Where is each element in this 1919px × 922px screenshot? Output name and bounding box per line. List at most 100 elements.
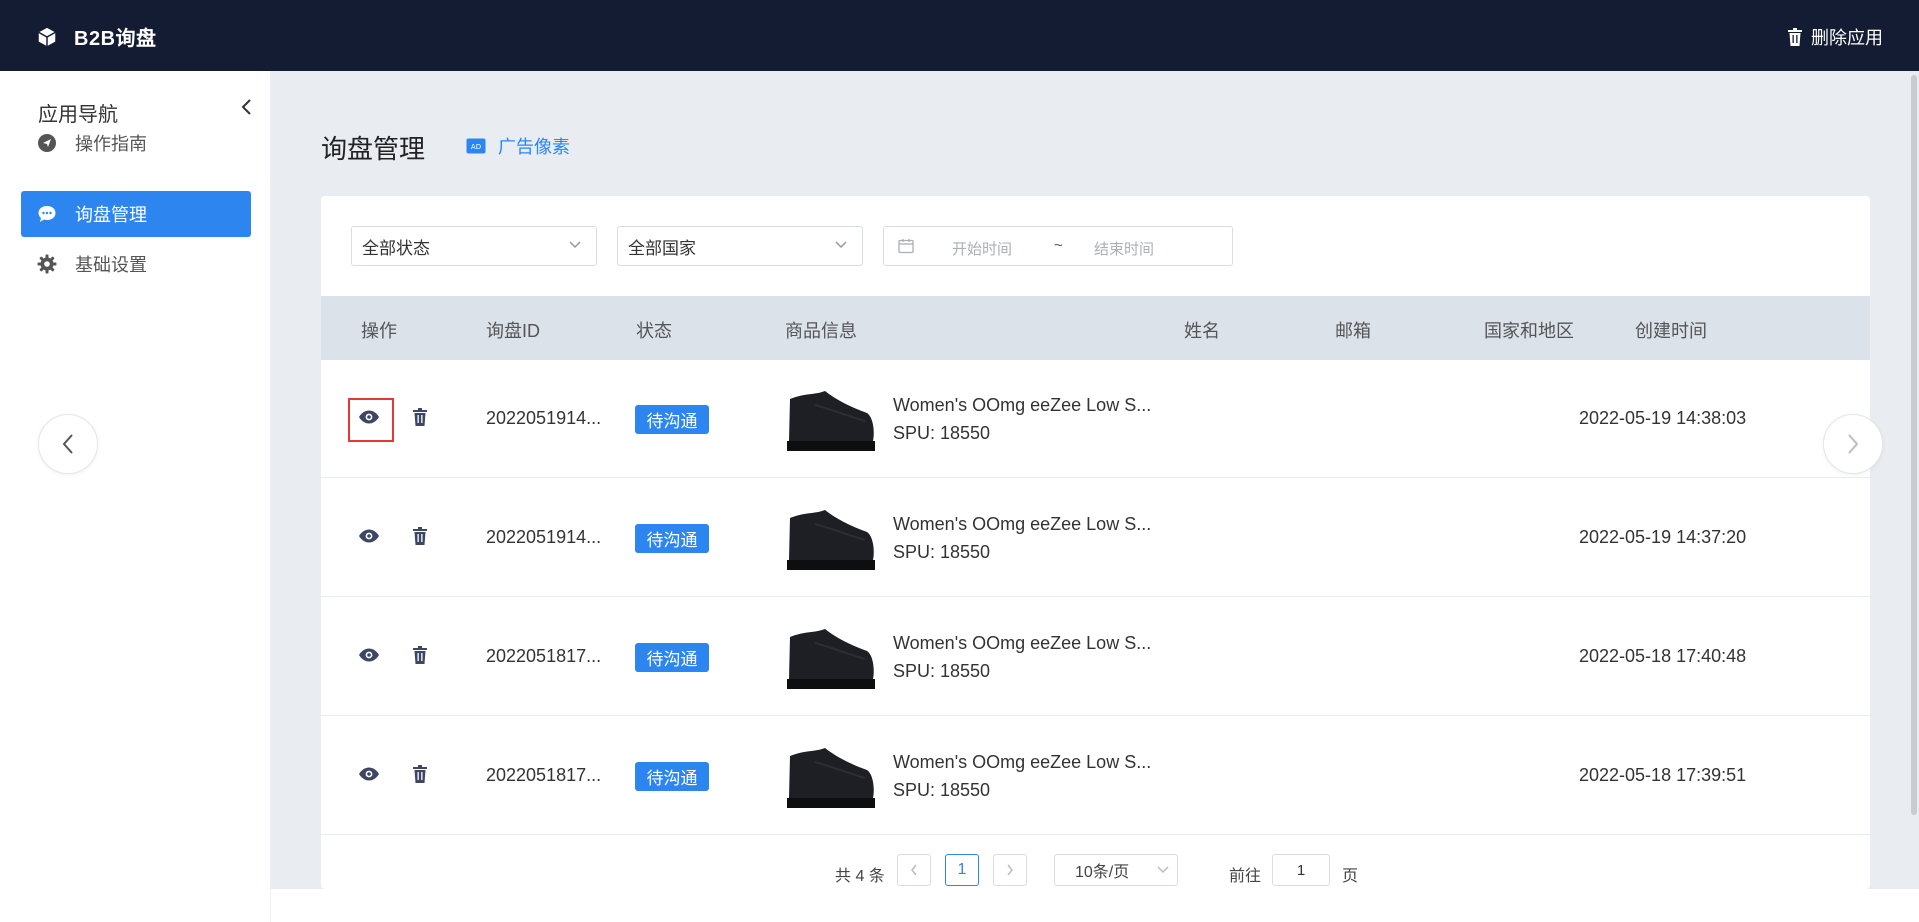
chevron-down-icon bbox=[569, 241, 581, 249]
product-image bbox=[785, 623, 875, 693]
column-header: 国家和地区 bbox=[1484, 321, 1574, 341]
column-header: 姓名 bbox=[1184, 321, 1220, 341]
delete-app-button[interactable]: 删除应用 bbox=[1787, 24, 1883, 50]
created-time: 2022-05-18 17:39:51 bbox=[1579, 765, 1747, 785]
navigation-icon bbox=[38, 134, 56, 152]
product-spu: SPU: 18550 bbox=[893, 780, 991, 800]
sidebar: 应用导航 操作指南 询盘管理 基础设置 bbox=[0, 71, 271, 922]
sidebar-item-label: 操作指南 bbox=[75, 134, 147, 154]
sidebar-item-label: 询盘管理 bbox=[75, 205, 147, 225]
chevron-down-icon bbox=[1157, 866, 1169, 874]
goto-label: 前往 bbox=[1229, 868, 1262, 885]
inquiry-id[interactable]: 2022051914... bbox=[486, 527, 601, 548]
scrollbar[interactable] bbox=[1911, 75, 1917, 815]
next-page-button[interactable] bbox=[993, 854, 1027, 886]
trash-icon[interactable] bbox=[412, 646, 428, 664]
sidebar-item-inquiry[interactable]: 询盘管理 bbox=[21, 191, 251, 237]
date-range-picker[interactable]: 开始时间 ~ 结束时间 bbox=[883, 226, 1233, 266]
product-name[interactable]: Women's OOmg eeZee Low S... bbox=[893, 752, 1151, 773]
svg-text:AD: AD bbox=[471, 143, 481, 151]
column-header: 操作 bbox=[361, 321, 397, 341]
page-title: 询盘管理 bbox=[321, 134, 426, 164]
eye-icon[interactable] bbox=[358, 648, 380, 662]
product-image bbox=[785, 385, 875, 455]
status-select-value: 全部状态 bbox=[362, 238, 430, 258]
page-number-button[interactable]: 1 bbox=[945, 854, 979, 886]
table-row: 2022051914... 待沟通 Women's OOmg eeZee Low… bbox=[321, 479, 1870, 597]
goto-suffix: 页 bbox=[1342, 868, 1359, 885]
calendar-icon bbox=[898, 239, 914, 254]
prev-page-button[interactable] bbox=[897, 854, 931, 886]
trash-icon[interactable] bbox=[412, 765, 428, 783]
delete-app-label: 删除应用 bbox=[1811, 28, 1883, 48]
chat-bubble-icon bbox=[38, 206, 56, 222]
status-badge: 待沟通 bbox=[635, 524, 709, 553]
status-badge: 待沟通 bbox=[635, 405, 709, 434]
product-name[interactable]: Women's OOmg eeZee Low S... bbox=[893, 514, 1151, 535]
created-time: 2022-05-18 17:40:48 bbox=[1579, 646, 1747, 666]
table-row: 2022051817... 待沟通 Women's OOmg eeZee Low… bbox=[321, 598, 1870, 716]
eye-icon[interactable] bbox=[358, 410, 380, 424]
column-header: 邮箱 bbox=[1335, 321, 1371, 341]
trash-icon bbox=[1788, 28, 1802, 46]
collapse-sidebar-button[interactable] bbox=[240, 97, 256, 119]
product-image bbox=[785, 742, 875, 812]
column-header: 询盘ID bbox=[486, 321, 540, 341]
eye-icon[interactable] bbox=[358, 529, 380, 543]
product-spu: SPU: 18550 bbox=[893, 661, 991, 681]
product-spu: SPU: 18550 bbox=[893, 542, 991, 562]
inquiry-card: 全部状态 全部国家 开始时间 ~ 结束时间 操作 询盘ID 状态 商品信息 姓名… bbox=[321, 196, 1870, 889]
total-count: 共 4 条 bbox=[835, 868, 885, 885]
product-spu: SPU: 18550 bbox=[893, 423, 991, 443]
country-select[interactable]: 全部国家 bbox=[617, 226, 863, 266]
eye-icon[interactable] bbox=[358, 767, 380, 781]
end-date-input[interactable]: 结束时间 bbox=[1094, 238, 1154, 259]
sidebar-item-guide[interactable]: 操作指南 bbox=[21, 120, 251, 166]
main-content: 询盘管理 AD 广告像素 全部状态 全部国家 开始时间 ~ 结束时间 操作 询盘… bbox=[271, 71, 1919, 889]
column-header: 状态 bbox=[636, 321, 672, 341]
product-image bbox=[785, 504, 875, 574]
ad-icon: AD bbox=[466, 138, 486, 154]
page-size-value: 10条/页 bbox=[1075, 864, 1130, 881]
status-select[interactable]: 全部状态 bbox=[351, 226, 597, 266]
column-header: 创建时间 bbox=[1635, 321, 1707, 341]
start-date-input[interactable]: 开始时间 bbox=[952, 238, 1012, 259]
sidebar-item-label: 基础设置 bbox=[75, 255, 147, 275]
goto-page-input[interactable] bbox=[1272, 854, 1330, 886]
created-time: 2022-05-19 14:38:03 bbox=[1579, 408, 1747, 428]
inquiry-id[interactable]: 2022051817... bbox=[486, 646, 601, 667]
chevron-left-icon bbox=[911, 864, 917, 876]
trash-icon[interactable] bbox=[412, 408, 428, 426]
chevron-left-icon bbox=[62, 434, 73, 454]
product-name[interactable]: Women's OOmg eeZee Low S... bbox=[893, 395, 1151, 416]
table-header: 操作 询盘ID 状态 商品信息 姓名 邮箱 国家和地区 创建时间 bbox=[321, 296, 1870, 360]
status-badge: 待沟通 bbox=[635, 643, 709, 672]
trash-icon[interactable] bbox=[412, 527, 428, 545]
ad-pixel-label: 广告像素 bbox=[498, 137, 570, 157]
inquiry-id[interactable]: 2022051914... bbox=[486, 408, 601, 429]
next-nav-button[interactable] bbox=[1823, 414, 1883, 474]
chevron-right-icon bbox=[1007, 864, 1013, 876]
sidebar-item-settings[interactable]: 基础设置 bbox=[21, 241, 251, 287]
chevron-right-icon bbox=[1848, 434, 1859, 454]
status-badge: 待沟通 bbox=[635, 762, 709, 791]
table-row: 2022051914... 待沟通 Women's OOmg eeZee Low… bbox=[321, 360, 1870, 478]
app-title: B2B询盘 bbox=[74, 28, 157, 50]
gear-icon bbox=[37, 254, 57, 274]
pagination: 共 4 条 1 10条/页 前往 页 bbox=[321, 848, 1870, 888]
date-separator: ~ bbox=[1054, 237, 1063, 254]
chevron-down-icon bbox=[835, 241, 847, 249]
column-header: 商品信息 bbox=[785, 321, 857, 341]
table-row: 2022051817... 待沟通 Women's OOmg eeZee Low… bbox=[321, 717, 1870, 835]
prev-nav-button[interactable] bbox=[38, 414, 98, 474]
page-size-select[interactable]: 10条/页 bbox=[1054, 854, 1178, 886]
country-select-value: 全部国家 bbox=[628, 238, 696, 258]
brand: B2B询盘 bbox=[36, 22, 157, 51]
top-bar: B2B询盘 删除应用 bbox=[0, 0, 1919, 71]
box-icon bbox=[38, 27, 56, 46]
created-time: 2022-05-19 14:37:20 bbox=[1579, 527, 1747, 547]
ad-pixel-link[interactable]: AD 广告像素 bbox=[466, 133, 570, 159]
inquiry-id[interactable]: 2022051817... bbox=[486, 765, 601, 786]
chevron-left-icon bbox=[241, 99, 251, 115]
product-name[interactable]: Women's OOmg eeZee Low S... bbox=[893, 633, 1151, 654]
